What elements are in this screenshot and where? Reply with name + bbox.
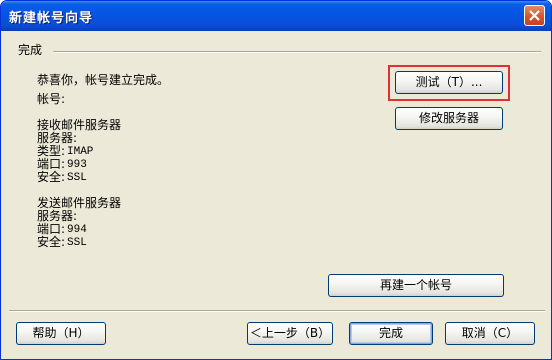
account-label: 帐号:	[37, 92, 66, 106]
group-title: 完成	[18, 43, 43, 57]
close-icon	[529, 10, 540, 21]
outgoing-security-label: 安全:	[37, 235, 66, 249]
cancel-button[interactable]: 取消（C）	[445, 322, 535, 345]
window-title: 新建帐号向导	[9, 11, 94, 26]
finish-button[interactable]: 完成	[349, 322, 433, 345]
incoming-type-value: IMAP	[67, 146, 94, 158]
wizard-window: 新建帐号向导 完成 恭喜你，帐号建立完成。 帐号: 接收邮件服务器 服务器: 类…	[0, 0, 552, 360]
close-button[interactable]	[524, 5, 545, 26]
help-button[interactable]: 帮助（H）	[16, 322, 106, 345]
outgoing-security-value: SSL	[67, 237, 87, 249]
test-button[interactable]: 测试（T）...	[395, 71, 503, 94]
footer-divider	[9, 310, 545, 312]
outgoing-port-value: 994	[67, 224, 87, 236]
title-bar[interactable]: 新建帐号向导	[1, 1, 551, 31]
modify-server-button[interactable]: 修改服务器	[395, 107, 503, 130]
incoming-port-value: 993	[67, 159, 87, 171]
back-button[interactable]: ＜上一步（B）	[247, 322, 333, 345]
group-divider	[53, 51, 541, 53]
congrats-text: 恭喜你，帐号建立完成。	[37, 73, 170, 87]
new-account-button[interactable]: 再建一个帐号	[328, 274, 504, 297]
incoming-security-label: 安全:	[37, 170, 66, 184]
incoming-security-value: SSL	[67, 172, 87, 184]
